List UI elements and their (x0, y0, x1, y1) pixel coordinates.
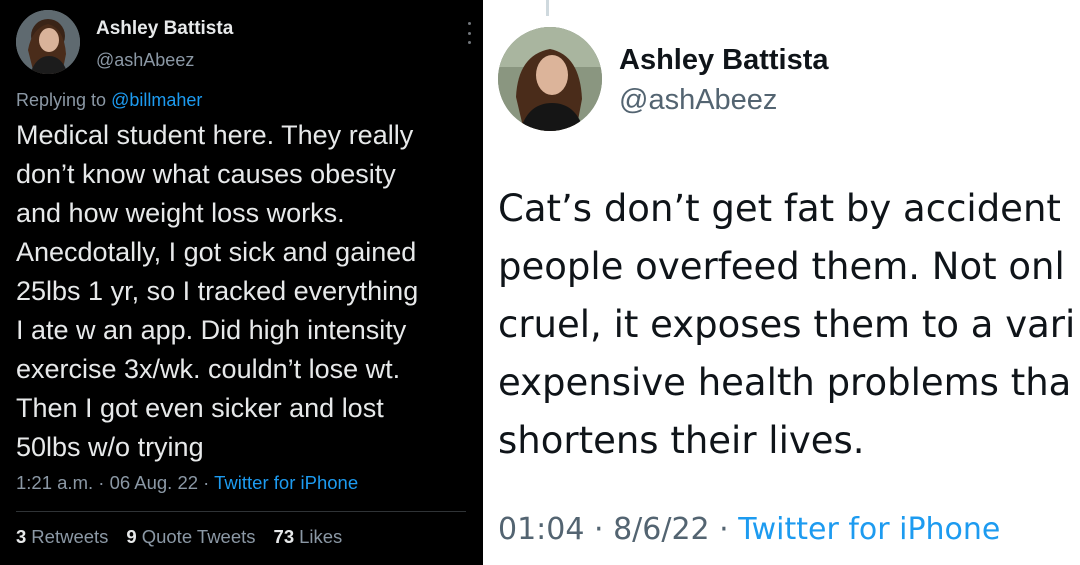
light-tweet-panel: Ashley Battista @ashAbeez Cat’s don’t ge… (483, 0, 1080, 565)
tweet-text: Medical student here. They really don’t … (16, 120, 419, 462)
likes-stat[interactable]: 73 Likes (274, 526, 343, 548)
tweet-stats: 3 Retweets 9 Quote Tweets 73 Likes (16, 526, 342, 548)
retweets-stat[interactable]: 3 Retweets (16, 526, 108, 548)
avatar-photo (16, 10, 80, 74)
more-vertical-icon[interactable] (466, 22, 472, 44)
replying-to-line: Replying to @billmaher (16, 90, 202, 111)
quote-tweets-stat[interactable]: 9 Quote Tweets (126, 526, 255, 548)
quote-tweets-label: Quote Tweets (141, 526, 256, 547)
retweets-label: Retweets (31, 526, 109, 547)
tweet-meta: 1:21 a.m. · 06 Aug. 22 · Twitter for iPh… (16, 472, 358, 494)
author-handle[interactable]: @ashAbeez (96, 50, 194, 71)
thread-connector-line (546, 0, 549, 16)
tweet-timestamp[interactable]: 01:04 · 8/6/22 · (498, 512, 729, 547)
replying-mention-link[interactable]: @billmaher (111, 90, 202, 110)
likes-label: Likes (299, 526, 343, 547)
retweets-count: 3 (16, 526, 27, 547)
author-avatar[interactable] (498, 27, 602, 131)
dark-tweet-panel: Ashley Battista @ashAbeez Replying to @b… (0, 0, 483, 565)
tweet-source-link[interactable]: Twitter for iPhone (738, 512, 1000, 547)
tweet-timestamp[interactable]: 1:21 a.m. · 06 Aug. 22 · (16, 472, 209, 493)
tweet-text: Cat’s don’t get fat by accident people o… (498, 187, 1076, 462)
author-name[interactable]: Ashley Battista (619, 44, 829, 77)
replying-prefix: Replying to (16, 90, 107, 110)
tweet-meta: 01:04 · 8/6/22 · Twitter for iPhone (498, 512, 1000, 547)
author-name[interactable]: Ashley Battista (96, 18, 233, 40)
likes-count: 73 (273, 526, 295, 547)
quote-tweets-count: 9 (126, 526, 137, 547)
author-handle[interactable]: @ashAbeez (619, 84, 777, 117)
author-avatar[interactable] (16, 10, 80, 74)
avatar-photo (498, 27, 602, 131)
divider (16, 511, 466, 512)
tweet-source-link[interactable]: Twitter for iPhone (214, 472, 358, 493)
